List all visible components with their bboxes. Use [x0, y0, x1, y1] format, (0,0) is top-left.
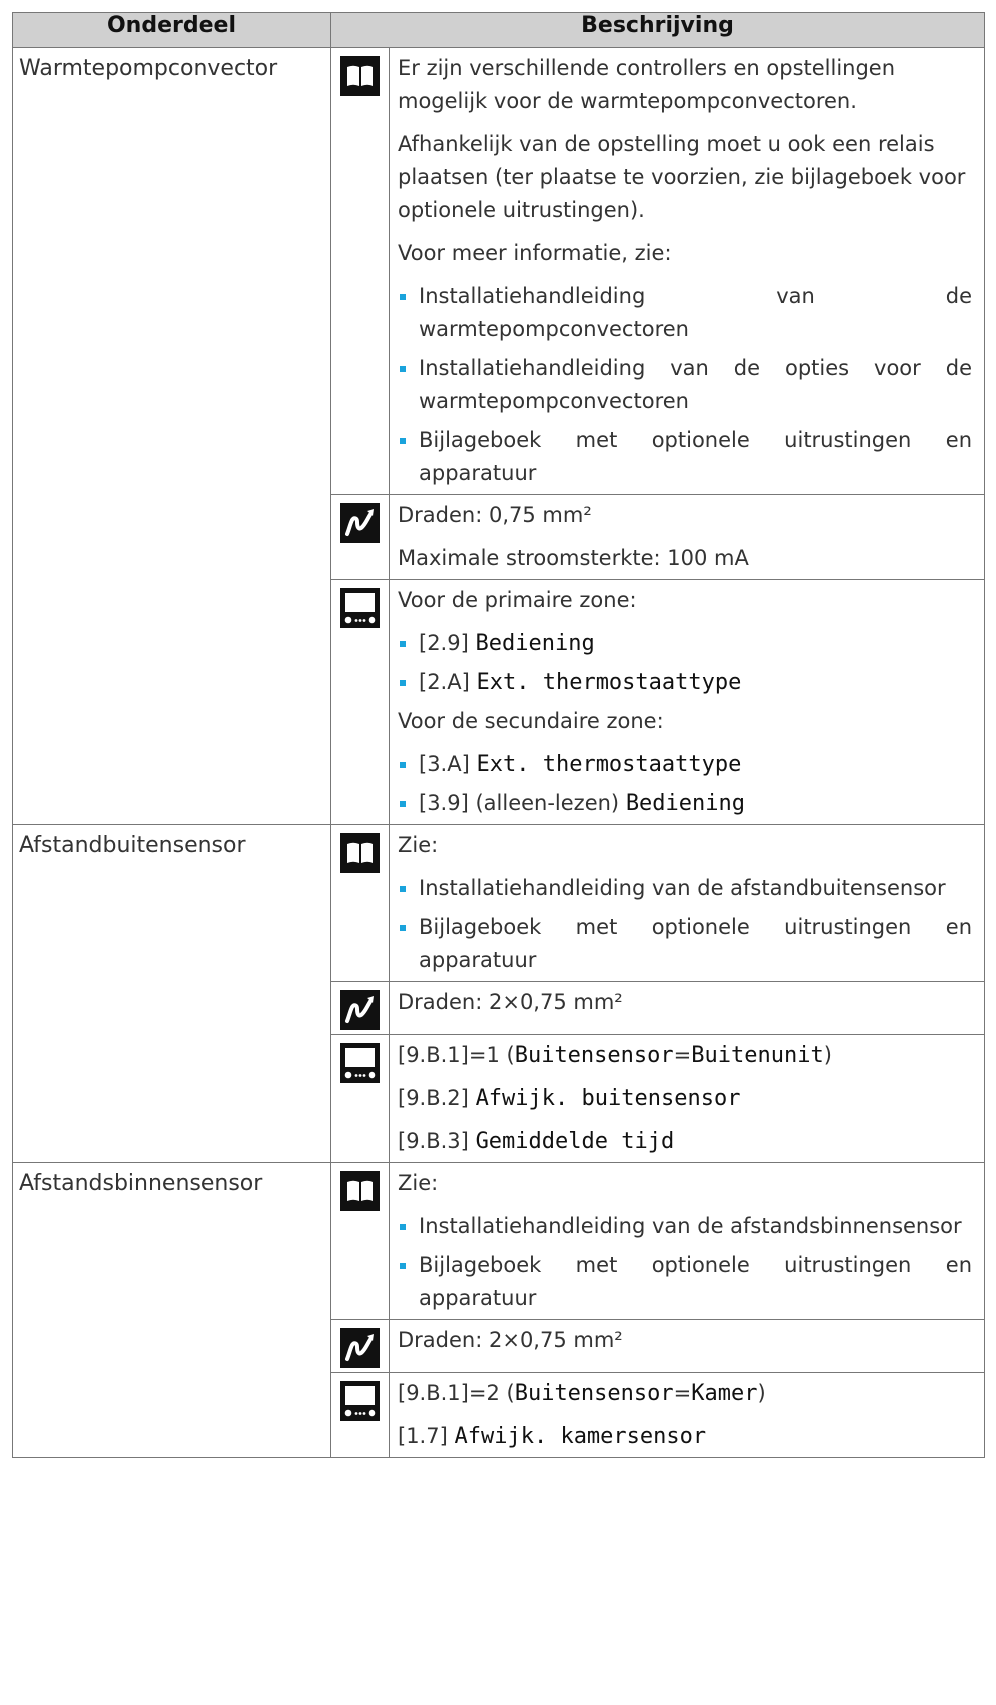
book-icon [340, 1171, 380, 1211]
wiring-description: Draden: 2×0,75 mm² [389, 981, 985, 1035]
settings-description: Voor de primaire zone: [2.9] Bediening [… [389, 579, 985, 825]
table-row: Afstandbuitensensor Zie: Installatiehand… [12, 824, 985, 1163]
list-item: Bijlageboek met optionele uitrustingen e… [398, 911, 972, 977]
wiring-spec: Draden: 2×0,75 mm² [398, 990, 623, 1014]
current-spec: Maximale stroomsterkte: 100 mA [398, 546, 749, 570]
list-item: Installatiehandleiding van de warmtepomp… [398, 280, 972, 346]
description-text: Er zijn verschillende controllers en ops… [398, 56, 896, 113]
table-row: Afstandsbinnensensor Zie: Installatiehan… [12, 1162, 985, 1458]
settings-list: [2.9] Bediening [2.A] Ext. thermostaatty… [398, 627, 972, 699]
description-text: Afhankelijk van de opstelling moet u ook… [398, 132, 966, 222]
manual-description: Zie: Installatiehandleiding van de afsta… [389, 1162, 985, 1320]
list-item: Bijlageboek met optionele uitrustingen e… [398, 424, 972, 490]
reference-list: Installatiehandleiding van de warmtepomp… [398, 280, 972, 490]
list-item: Installatiehandleiding van de afstandsbi… [398, 1210, 972, 1243]
setting-line: [9.B.3] Gemiddelde tijd [398, 1129, 675, 1154]
list-item: Installatiehandleiding van de opties voo… [398, 352, 972, 418]
user-interface-icon [340, 1043, 380, 1083]
manual-description: Zie: Installatiehandleiding van de afsta… [389, 824, 985, 982]
user-interface-icon [340, 588, 380, 628]
reference-list: Installatiehandleiding van de afstandsbi… [398, 1210, 972, 1315]
item-afstandsbinnensensor: Afstandsbinnensensor [12, 1162, 331, 1458]
wiring-spec: Draden: 0,75 mm² [398, 503, 592, 527]
setting-line: [9.B.1]=2 (Buitensensor=Kamer) [398, 1381, 766, 1406]
description-text: Zie: [398, 1171, 439, 1195]
header-onderdeel: Onderdeel [12, 12, 331, 48]
wiring-table: Onderdeel Beschrijving Warmtepompconvect… [12, 12, 985, 1458]
zone-heading: Voor de secundaire zone: [398, 709, 664, 733]
setting-line: [9.B.1]=1 (Buitensensor=Buitenunit) [398, 1043, 832, 1068]
book-icon [340, 56, 380, 96]
description-text: Zie: [398, 833, 439, 857]
settings-list: [3.A] Ext. thermostaattype [3.9] (alleen… [398, 748, 972, 820]
wiring-description: Draden: 0,75 mm² Maximale stroomsterkte:… [389, 494, 985, 580]
settings-description: [9.B.1]=2 (Buitensensor=Kamer) [1.7] Afw… [389, 1372, 985, 1458]
zone-heading: Voor de primaire zone: [398, 588, 637, 612]
item-afstandbuitensensor: Afstandbuitensensor [12, 824, 331, 1163]
wiring-spec: Draden: 2×0,75 mm² [398, 1328, 623, 1352]
reference-list: Installatiehandleiding van de afstandbui… [398, 872, 972, 977]
wiring-icon [340, 503, 380, 543]
manual-description: Er zijn verschillende controllers en ops… [389, 47, 985, 495]
description-text: Voor meer informatie, zie: [398, 241, 672, 265]
list-item: [3.9] (alleen-lezen) Bediening [398, 787, 972, 820]
list-item: [2.9] Bediening [398, 627, 972, 660]
book-icon [340, 833, 380, 873]
list-item: [3.A] Ext. thermostaattype [398, 748, 972, 781]
list-item: [2.A] Ext. thermostaattype [398, 666, 972, 699]
settings-description: [9.B.1]=1 (Buitensensor=Buitenunit) [9.B… [389, 1034, 985, 1163]
setting-line: [9.B.2] Afwijk. buitensensor [398, 1086, 741, 1111]
item-warmtepompconvector: Warmtepompconvector [12, 47, 331, 825]
setting-line: [1.7] Afwijk. kamersensor [398, 1424, 707, 1449]
header-beschrijving: Beschrijving [330, 12, 985, 48]
wiring-description: Draden: 2×0,75 mm² [389, 1319, 985, 1373]
list-item: Installatiehandleiding van de afstandbui… [398, 872, 972, 905]
user-interface-icon [340, 1381, 380, 1421]
table-header-row: Onderdeel Beschrijving [12, 12, 985, 48]
wiring-icon [340, 1328, 380, 1368]
list-item: Bijlageboek met optionele uitrustingen e… [398, 1249, 972, 1315]
table-row: Warmtepompconvector Er zijn verschillend… [12, 47, 985, 825]
wiring-icon [340, 990, 380, 1030]
